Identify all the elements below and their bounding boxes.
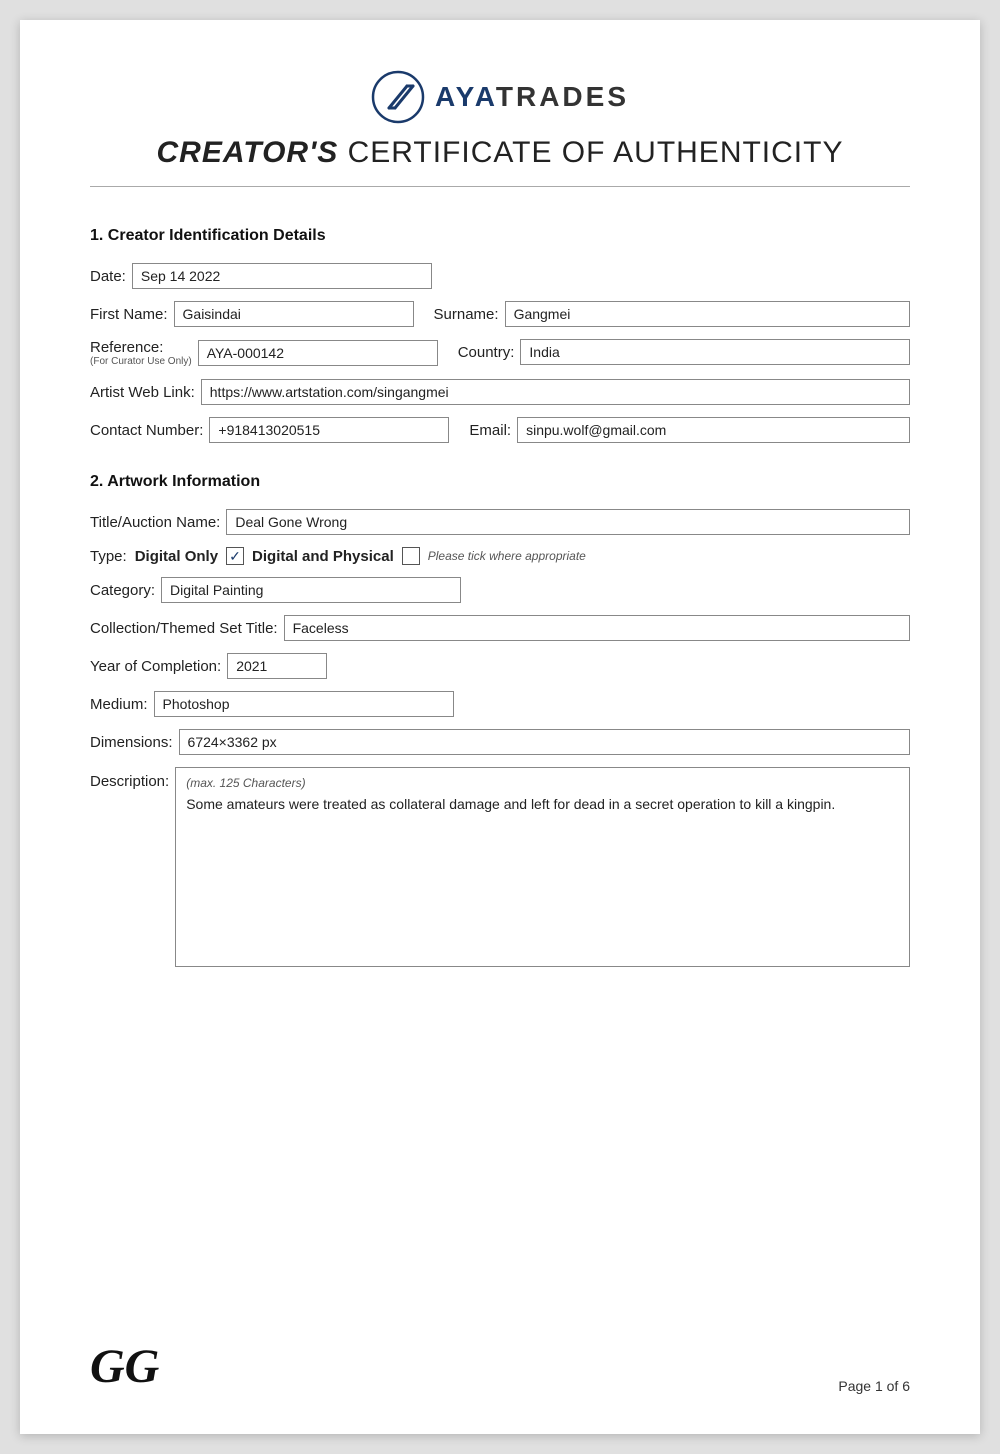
logo-text: AYATRADES: [435, 81, 629, 113]
type-digital-physical: Digital and Physical: [252, 548, 394, 565]
certificate-page: AYATRADES CREATOR'S CERTIFICATE OF AUTHE…: [20, 20, 980, 1434]
title-label: Title/Auction Name:: [90, 514, 220, 531]
cert-title: CREATOR'S CERTIFICATE OF AUTHENTICITY: [157, 136, 844, 170]
weblink-row: Artist Web Link: https://www.artstation.…: [90, 379, 910, 405]
reference-field[interactable]: AYA-000142: [198, 340, 438, 366]
firstname-field[interactable]: Gaisindai: [174, 301, 414, 327]
contact-col: Contact Number: +918413020515: [90, 417, 449, 443]
dimensions-row: Dimensions: 6724×3362 px: [90, 729, 910, 755]
country-label: Country:: [458, 344, 515, 361]
contact-field[interactable]: +918413020515: [209, 417, 449, 443]
logo-aya: AYA: [435, 81, 496, 112]
email-label: Email:: [469, 422, 511, 439]
type-row: Type: Digital Only ✓ Digital and Physica…: [90, 547, 910, 565]
type-hint: Please tick where appropriate: [428, 549, 586, 563]
description-field[interactable]: (max. 125 Characters) Some amateurs were…: [175, 767, 910, 967]
collection-row: Collection/Themed Set Title: Faceless: [90, 615, 910, 641]
type-digital-only: Digital Only: [135, 548, 218, 565]
checkbox-digital-only[interactable]: ✓: [226, 547, 244, 565]
footer: GG Page 1 of 6: [90, 1339, 910, 1394]
surname-label: Surname:: [434, 306, 499, 323]
section1-heading: 1. Creator Identification Details: [90, 227, 910, 245]
description-label: Description:: [90, 767, 169, 790]
category-row: Category: Digital Painting: [90, 577, 910, 603]
page-number: Page 1 of 6: [838, 1378, 910, 1394]
cert-title-bold: CREATOR'S: [157, 136, 339, 169]
logo-area: AYATRADES: [371, 70, 629, 124]
name-row: First Name: Gaisindai Surname: Gangmei: [90, 301, 910, 327]
email-field[interactable]: sinpu.wolf@gmail.com: [517, 417, 910, 443]
title-row: Title/Auction Name: Deal Gone Wrong: [90, 509, 910, 535]
surname-field[interactable]: Gangmei: [505, 301, 910, 327]
section2-heading: 2. Artwork Information: [90, 473, 910, 491]
type-label: Type:: [90, 548, 127, 565]
reference-label: Reference: (For Curator Use Only): [90, 339, 192, 367]
weblink-label: Artist Web Link:: [90, 384, 195, 401]
medium-label: Medium:: [90, 696, 148, 713]
logo-icon: [371, 70, 425, 124]
date-row: Date: Sep 14 2022: [90, 263, 910, 289]
country-field[interactable]: India: [520, 339, 910, 365]
title-divider: [90, 186, 910, 187]
checkbox-digital-physical[interactable]: [402, 547, 420, 565]
dimensions-field[interactable]: 6724×3362 px: [179, 729, 910, 755]
category-field[interactable]: Digital Painting: [161, 577, 461, 603]
contact-label: Contact Number:: [90, 422, 203, 439]
collection-field[interactable]: Faceless: [284, 615, 910, 641]
firstname-col: First Name: Gaisindai: [90, 301, 414, 327]
contact-row: Contact Number: +918413020515 Email: sin…: [90, 417, 910, 443]
date-field[interactable]: Sep 14 2022: [132, 263, 432, 289]
header: AYATRADES CREATOR'S CERTIFICATE OF AUTHE…: [90, 70, 910, 217]
category-label: Category:: [90, 582, 155, 599]
description-text: Some amateurs were treated as collateral…: [186, 796, 899, 812]
section-creator: 1. Creator Identification Details Date: …: [90, 227, 910, 443]
firstname-label: First Name:: [90, 306, 168, 323]
title-field[interactable]: Deal Gone Wrong: [226, 509, 910, 535]
surname-col: Surname: Gangmei: [434, 301, 910, 327]
signature: GG: [90, 1339, 159, 1394]
logo-trades: TRADES: [496, 81, 629, 112]
weblink-field[interactable]: https://www.artstation.com/singangmei: [201, 379, 910, 405]
country-col: Country: India: [458, 339, 910, 365]
reference-col: Reference: (For Curator Use Only) AYA-00…: [90, 339, 438, 367]
cert-title-rest: CERTIFICATE OF AUTHENTICITY: [338, 136, 843, 169]
email-col: Email: sinpu.wolf@gmail.com: [469, 417, 910, 443]
section-artwork: 2. Artwork Information Title/Auction Nam…: [90, 473, 910, 967]
year-field[interactable]: 2021: [227, 653, 327, 679]
medium-field[interactable]: Photoshop: [154, 691, 454, 717]
date-label: Date:: [90, 268, 126, 285]
description-hint: (max. 125 Characters): [186, 776, 899, 790]
collection-label: Collection/Themed Set Title:: [90, 620, 278, 637]
dimensions-label: Dimensions:: [90, 734, 173, 751]
reference-row: Reference: (For Curator Use Only) AYA-00…: [90, 339, 910, 367]
medium-row: Medium: Photoshop: [90, 691, 910, 717]
year-label: Year of Completion:: [90, 658, 221, 675]
year-row: Year of Completion: 2021: [90, 653, 910, 679]
description-row: Description: (max. 125 Characters) Some …: [90, 767, 910, 967]
